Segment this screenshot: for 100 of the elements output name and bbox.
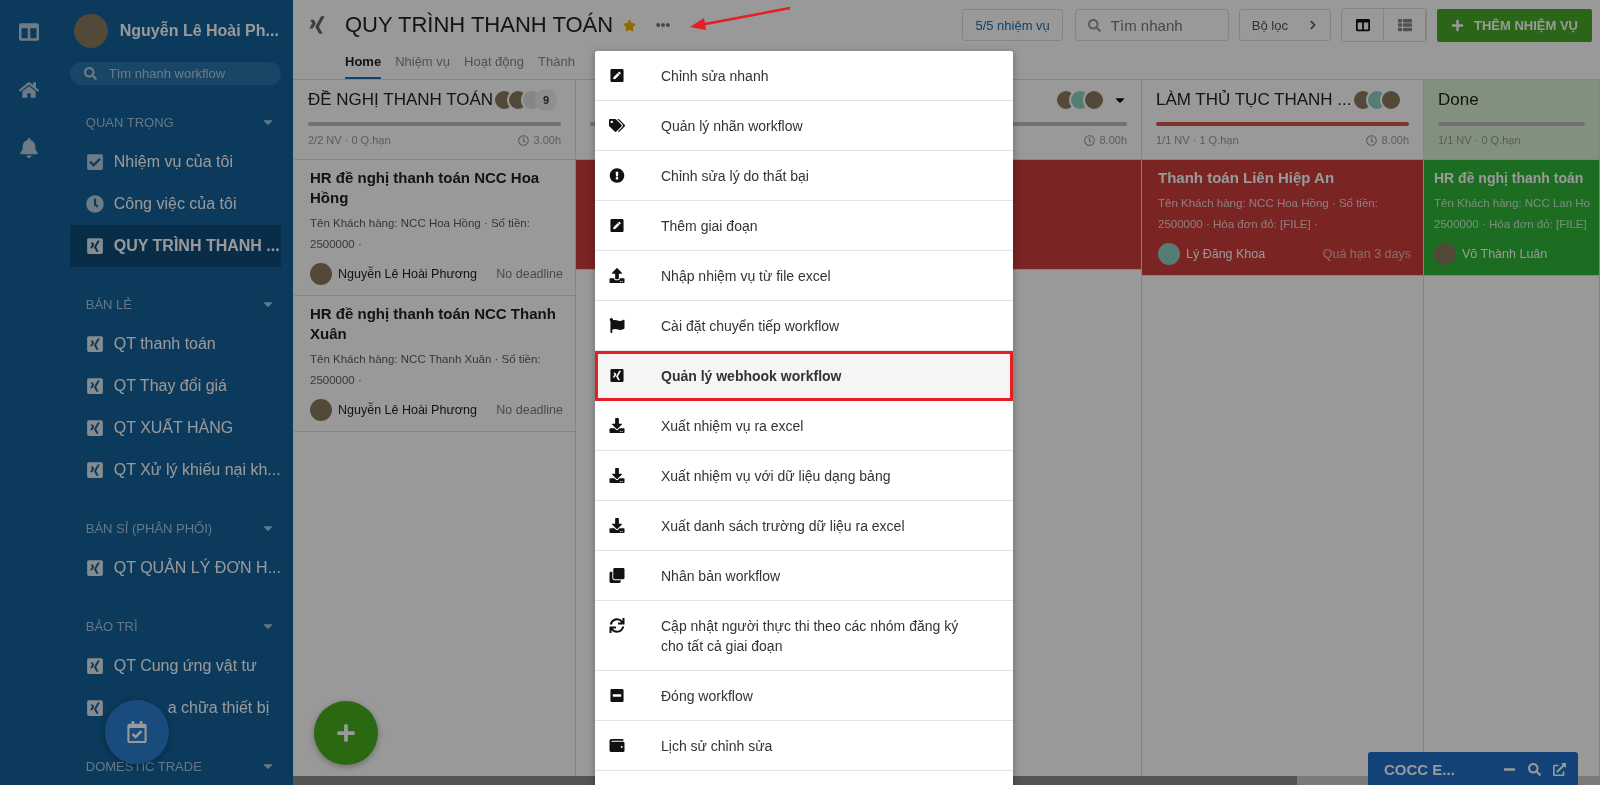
- sidebar-item[interactable]: QT XUẤT HÀNG: [69, 407, 281, 449]
- menu-item[interactable]: Đóng workflow: [595, 671, 1013, 721]
- sidebar-item[interactable]: a chữa thiết bị: [69, 687, 281, 729]
- menu-item[interactable]: Lịch sử chỉnh sửa: [595, 721, 1013, 771]
- star-icon[interactable]: [623, 18, 637, 32]
- sidebar-item[interactable]: Công việc của tôi: [69, 183, 281, 225]
- sidebar-item[interactable]: QUY TRÌNH THANH ...: [69, 225, 281, 267]
- logo-icon[interactable]: [18, 22, 39, 42]
- section-title: QUAN TRỌNG: [85, 114, 174, 130]
- home-icon[interactable]: [18, 80, 39, 100]
- search-icon[interactable]: [1528, 762, 1541, 776]
- filter-button[interactable]: Bộ lọc: [1238, 9, 1331, 41]
- menu-item[interactable]: Cập nhật người thực thi theo các nhóm đăng ký cho tất cả giai đoạn: [595, 601, 1013, 671]
- assignee-avatar: [1434, 243, 1456, 265]
- workflow-logo-icon: [307, 15, 327, 35]
- card-title: HR đề nghị thanh toán NCC Hoa Hồng: [310, 168, 541, 208]
- clock-icon: [1084, 134, 1096, 146]
- tab[interactable]: Hoạt động: [464, 50, 525, 79]
- column-stats: 2/2 NV · 0 Q.hạn: [308, 134, 391, 146]
- tab[interactable]: Thành: [538, 50, 575, 79]
- chat-title: COCC E...: [1384, 760, 1455, 778]
- tags-icon: [609, 118, 625, 133]
- menu-item[interactable]: Nhập nhiệm vụ từ file excel: [595, 251, 1013, 301]
- card-description: Tên Khách hàng: NCC Hoa Hồng · Số tiền:: [1158, 196, 1379, 211]
- workflow-logo-icon: [85, 461, 104, 479]
- section-title: BÁN SỈ (PHÂN PHỐI): [85, 520, 213, 536]
- assignee-name: Nguyễn Lê Hoài Phương: [338, 403, 477, 417]
- member-count: 9: [535, 89, 558, 111]
- sidebar-item[interactable]: QT thanh toán: [69, 323, 281, 365]
- column-hours: 3.00h: [533, 134, 561, 146]
- section-title: BẢO TRÌ: [85, 618, 138, 634]
- card-title: Thanh toán Liên Hiệp An: [1158, 168, 1336, 188]
- card-title: HR đề nghị thanh toán NCC Thanh Xuân: [310, 304, 557, 344]
- menu-item[interactable]: Quản lý webhook workflow: [595, 351, 1013, 401]
- assignee-avatar: [310, 399, 332, 421]
- card-description: 2500000 ·: [310, 237, 363, 252]
- download-icon: [609, 518, 625, 533]
- menu-item[interactable]: Xuất nhiệm vụ ra excel: [595, 401, 1013, 451]
- external-link-icon[interactable]: [1553, 762, 1566, 776]
- upload-icon: [609, 268, 625, 283]
- page-title: QUY TRÌNH THANH TOÁN: [345, 12, 614, 38]
- column-title: ĐỀ NGHỊ THANH TOÁN: [308, 90, 494, 110]
- menu-item[interactable]: Chỉnh sửa lý do thất bại: [595, 151, 1013, 201]
- add-task-button[interactable]: THÊM NHIỆM VỤ: [1437, 8, 1592, 42]
- card-title: HR đề nghị thanh toán: [1434, 169, 1585, 188]
- clock-icon: [85, 195, 104, 213]
- assignee-name: Lý Đăng Khoa: [1186, 247, 1266, 261]
- bell-icon[interactable]: [18, 138, 39, 158]
- menu-item[interactable]: Xuất danh sách trường dữ liệu ra excel: [595, 501, 1013, 551]
- wallet-icon: [609, 738, 625, 753]
- workflow-logo-icon: [609, 368, 625, 383]
- sidebar-item[interactable]: QT Thay đổi giá: [69, 365, 281, 407]
- card-description: Tên Khách hàng: NCC Hoa Hồng · Số tiền:: [310, 216, 531, 231]
- workflow-logo-icon: [85, 657, 104, 675]
- search-field[interactable]: Tìm nhanh: [1074, 9, 1229, 41]
- clock-icon: [518, 134, 530, 146]
- card-description: 2500000 · Hóa đơn đỏ: [FILE] ·: [1158, 217, 1319, 232]
- workflow-logo-icon: [85, 237, 104, 255]
- task-count-button[interactable]: 5/5 nhiệm vụ: [962, 9, 1063, 41]
- card-description: 2500000 · Hóa đơn đỏ: [FILE]: [1434, 217, 1587, 232]
- board-icon: [1355, 18, 1370, 32]
- column-hours: 8.00h: [1099, 134, 1127, 146]
- clock-icon: [1366, 134, 1378, 146]
- assignee-avatar: [310, 263, 332, 285]
- sync-icon: [609, 618, 625, 633]
- menu-item[interactable]: Xuất nhiệm vụ với dữ liệu dạng bảng: [595, 451, 1013, 501]
- card-description: Tên Khách hàng: NCC Thanh Xuân · Số tiền:: [310, 352, 542, 367]
- search-field[interactable]: Tìm nhanh workflow: [69, 62, 281, 85]
- sidebar-item[interactable]: QT QUẢN LÝ ĐƠN H...: [69, 547, 281, 589]
- menu-item[interactable]: Thêm giai đoạn: [595, 201, 1013, 251]
- menu-item[interactable]: Quản lý nhãn workflow: [595, 101, 1013, 151]
- column-title: LÀM THỦ TỤC THANH ...: [1156, 90, 1352, 110]
- tab[interactable]: Nhiệm vụ: [395, 50, 451, 79]
- download-icon: [609, 468, 625, 483]
- sidebar-item[interactable]: QT Cung ứng vật tư: [69, 645, 281, 687]
- sidebar-item[interactable]: Nhiệm vụ của tôi: [69, 141, 281, 183]
- due-label: No deadline: [496, 403, 563, 417]
- menu-item[interactable]: Chỉnh sửa nhanh: [595, 51, 1013, 101]
- task-card[interactable]: Thanh toán Liên Hiệp An Tên Khách hàng: NCC Hoa Hồng · Số tiền: 2500000 · Hóa đơn đỏ: [FILE] · Lý Đăng Khoa Quá hạn 3 days: [1142, 160, 1423, 276]
- column-stats: 1/1 NV · 1 Q.hạn: [1156, 134, 1239, 146]
- column-hours: 8.00h: [1381, 134, 1409, 146]
- list-icon: [1397, 18, 1412, 32]
- chat-widget[interactable]: COCC E...: [1368, 752, 1578, 785]
- flag-icon: [609, 318, 625, 333]
- view-toggle[interactable]: [1342, 9, 1384, 41]
- workflow-logo-icon: [85, 559, 104, 577]
- menu-item[interactable]: Nhân bản workflow: [595, 551, 1013, 601]
- menu-item[interactable]: Cài đặt chuyển tiếp workflow: [595, 301, 1013, 351]
- assignee-name: Võ Thành Luân: [1462, 247, 1548, 261]
- due-label: No deadline: [496, 267, 563, 281]
- workflow-logo-icon: [85, 419, 104, 437]
- workflow-logo-icon: [85, 335, 104, 353]
- card-description: 2500000 ·: [310, 373, 363, 388]
- user-name: Nguyễn Lê Hoài Ph...: [119, 22, 279, 40]
- clipboard-check-icon: [126, 721, 148, 743]
- column-title: Done: [1438, 90, 1479, 110]
- sidebar-item[interactable]: QT Xử lý khiếu nại kh...: [69, 449, 281, 491]
- copy-icon: [609, 568, 625, 583]
- section-title: BÁN LẺ: [85, 296, 132, 312]
- checkbox-icon: [85, 153, 104, 171]
